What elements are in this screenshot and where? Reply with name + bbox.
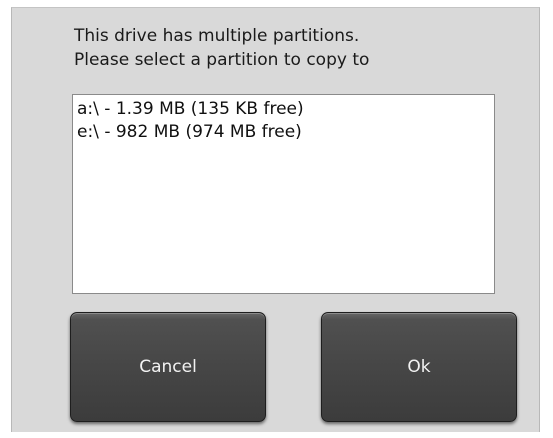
partition-dialog: This drive has multiple partitions. Plea… <box>11 7 540 432</box>
ok-button[interactable]: Ok <box>321 312 517 422</box>
dialog-message: This drive has multiple partitions. Plea… <box>74 24 369 72</box>
cancel-button[interactable]: Cancel <box>70 312 266 422</box>
cancel-button-label: Cancel <box>139 357 197 377</box>
partition-list[interactable]: a:\ - 1.39 MB (135 KB free) e:\ - 982 MB… <box>72 94 495 294</box>
partition-item-e[interactable]: e:\ - 982 MB (974 MB free) <box>77 121 490 144</box>
partition-item-a[interactable]: a:\ - 1.39 MB (135 KB free) <box>77 98 490 121</box>
ok-button-label: Ok <box>407 357 431 377</box>
message-line-1: This drive has multiple partitions. <box>74 26 360 46</box>
message-line-2: Please select a partition to copy to <box>74 50 370 70</box>
